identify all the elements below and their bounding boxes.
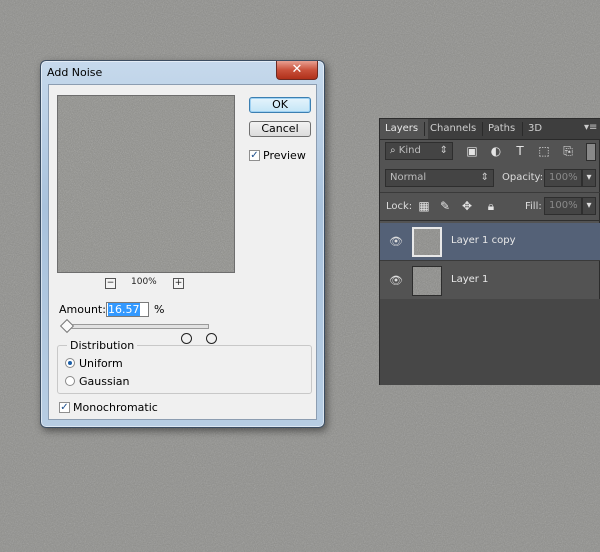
amount-input[interactable]: 16.57 (106, 302, 149, 317)
smart-object-filter-icon[interactable]: ⎘ (561, 145, 575, 157)
visibility-eye-icon[interactable]: 👁︎ (389, 274, 403, 287)
filter-toggle-switch[interactable] (586, 143, 596, 161)
cursor-ring-marker (181, 333, 192, 344)
lock-transparent-pixels-icon[interactable]: ▦ (417, 200, 431, 212)
opacity-label: Opacity: (502, 172, 544, 183)
tab-layers[interactable]: Layers (380, 119, 428, 139)
lock-all-icon[interactable]: 🔒︎ (484, 200, 498, 212)
amount-slider-thumb[interactable] (59, 318, 75, 334)
fill-input[interactable]: 100% (544, 197, 582, 215)
filter-kind-select[interactable]: ⌕ Kind ⇕ (385, 142, 453, 160)
opacity-dropdown-icon[interactable]: ▾ (582, 169, 596, 187)
dialog-body: − 100% + OK Cancel ✓ Preview Amount: 16.… (48, 84, 317, 420)
filter-kind-label: Kind (398, 145, 421, 156)
zoom-out-button[interactable]: − (105, 278, 116, 289)
lock-label: Lock: (386, 201, 413, 212)
layer-row-layer-1-copy[interactable]: 👁︎ Layer 1 copy (380, 223, 600, 261)
fill-label: Fill: (525, 201, 542, 212)
panel-tabbar: Layers Channels Paths 3D ▾≡ (380, 119, 600, 140)
panel-menu-icon[interactable]: ▾≡ (584, 122, 598, 134)
lock-image-pixels-icon[interactable]: ✎ (438, 200, 452, 212)
type-filter-icon[interactable]: T (513, 145, 527, 157)
monochromatic-label: Monochromatic (73, 401, 158, 414)
gaussian-label: Gaussian (79, 375, 130, 388)
layers-panel: Layers Channels Paths 3D ▾≡ ⌕ Kind ⇕ ▣ ◐… (379, 118, 600, 385)
image-filter-icon[interactable]: ▣ (465, 145, 479, 157)
blend-mode-select[interactable]: Normal ⇕ (385, 169, 494, 187)
distribution-label: Distribution (67, 339, 138, 352)
close-button[interactable]: ✕ (276, 61, 318, 80)
preview-label: Preview (263, 149, 306, 162)
blend-mode-value: Normal (390, 172, 427, 183)
amount-label: Amount: (59, 303, 106, 316)
updown-icon: ⇕ (439, 145, 448, 156)
updown-icon: ⇕ (480, 172, 489, 183)
uniform-label: Uniform (79, 357, 123, 370)
monochromatic-checkbox[interactable]: ✓ (59, 402, 70, 413)
amount-unit: % (154, 303, 165, 316)
uniform-radio[interactable] (65, 358, 75, 368)
layer-row-layer-1[interactable]: 👁︎ Layer 1 (380, 262, 600, 300)
gaussian-radio[interactable] (65, 376, 75, 386)
shape-filter-icon[interactable]: ⬚ (537, 145, 551, 157)
opacity-input[interactable]: 100% (544, 169, 582, 187)
zoom-level: 100% (131, 277, 157, 287)
search-icon: ⌕ (390, 145, 399, 156)
add-noise-dialog: Add Noise ✕ − 100% + OK Cancel ✓ Preview… (40, 60, 325, 428)
visibility-eye-icon[interactable]: 👁︎ (389, 235, 403, 248)
cursor-ring-marker (206, 333, 217, 344)
tab-channels[interactable]: Channels (425, 119, 481, 139)
fill-dropdown-icon[interactable]: ▾ (582, 197, 596, 215)
tab-paths[interactable]: Paths (483, 119, 520, 139)
layer-thumbnail (412, 266, 442, 296)
noise-preview[interactable] (57, 95, 235, 273)
zoom-controls: − 100% + (105, 277, 195, 291)
zoom-in-button[interactable]: + (173, 278, 184, 289)
dialog-title: Add Noise (47, 66, 103, 79)
amount-slider-track[interactable] (65, 324, 209, 329)
layer-thumbnail (412, 227, 442, 257)
layers-empty-area (380, 299, 600, 385)
amount-value: 16.57 (108, 303, 140, 316)
preview-texture (58, 96, 234, 272)
ok-button[interactable]: OK (249, 97, 311, 113)
layer-name[interactable]: Layer 1 copy (451, 235, 515, 246)
tab-3d[interactable]: 3D (523, 119, 547, 139)
cancel-button[interactable]: Cancel (249, 121, 311, 137)
layer-name[interactable]: Layer 1 (451, 274, 488, 285)
preview-checkbox[interactable]: ✓ (249, 150, 260, 161)
lock-position-icon[interactable]: ✥ (460, 200, 474, 212)
adjustment-filter-icon[interactable]: ◐ (489, 145, 503, 157)
